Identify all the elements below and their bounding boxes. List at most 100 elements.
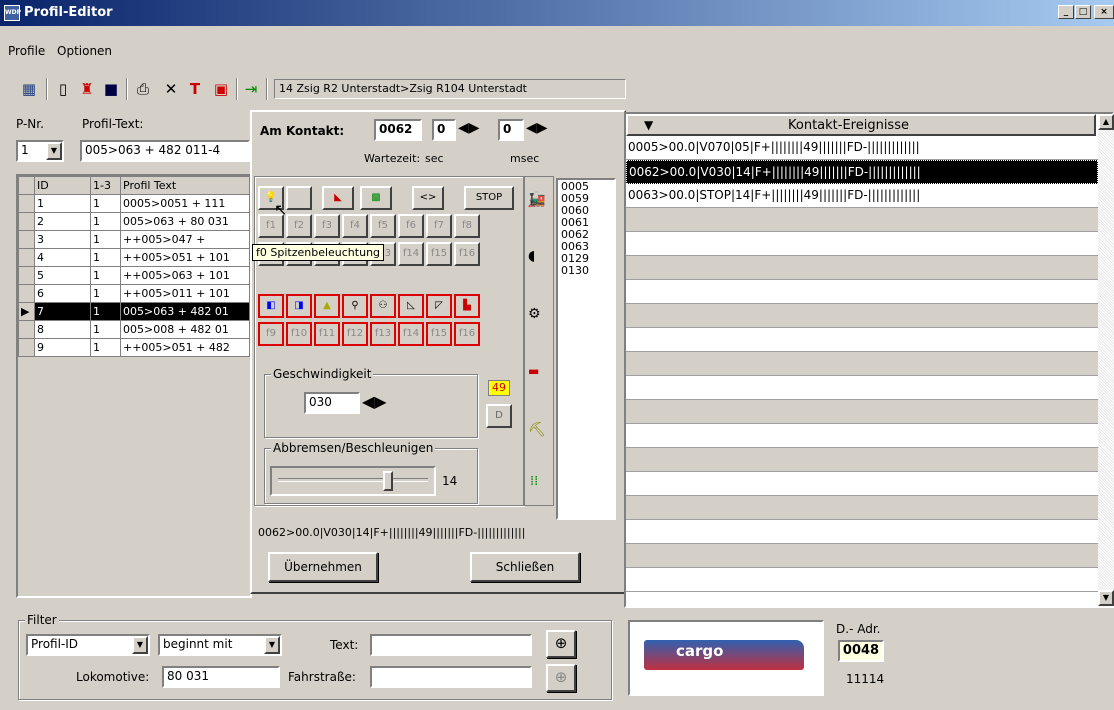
table-row[interactable]: 4 1 ++005>051 + 101 xyxy=(18,248,250,267)
function-button-f12[interactable]: f12 xyxy=(342,322,368,346)
event-row[interactable] xyxy=(626,352,1098,376)
function-button-f3[interactable]: f3 xyxy=(314,214,340,238)
function-button-f14[interactable]: f14 xyxy=(398,242,424,266)
binoculars-icon[interactable]: ⊕ xyxy=(546,630,576,658)
light-icon[interactable]: D xyxy=(486,404,512,428)
menu-profile[interactable]: Profile xyxy=(8,44,45,58)
function-button-f14[interactable]: f14 xyxy=(398,322,424,346)
function-button-f4[interactable]: f4 xyxy=(342,214,368,238)
event-row[interactable] xyxy=(626,472,1098,496)
event-row[interactable]: 0062>00.0|V030|14|F+||||||||49|||||||FD-… xyxy=(626,160,1098,184)
event-row[interactable]: 0005>00.0|V070|05|F+||||||||49|||||||FD-… xyxy=(626,136,1098,160)
table-row[interactable]: 9 1 ++005>051 + 482 xyxy=(18,338,250,357)
signal-icon[interactable]: ◣ xyxy=(322,186,354,210)
alert-icon[interactable]: ▣ xyxy=(210,78,232,100)
wait-sec-input[interactable]: 0 xyxy=(432,119,456,141)
msec-arrows[interactable]: ◀▶ xyxy=(526,120,548,136)
loco-input[interactable]: 80 031 xyxy=(162,666,280,688)
table-row[interactable]: 3 1 ++005>047 + xyxy=(18,230,250,249)
col-13[interactable]: 1-3 xyxy=(90,176,121,195)
tree-icon[interactable]: ▦ xyxy=(18,78,40,100)
board-icon[interactable]: ▩ xyxy=(360,186,392,210)
row-selector[interactable]: ▶ xyxy=(18,302,35,321)
stop-button[interactable]: STOP xyxy=(464,186,514,210)
col-id[interactable]: ID xyxy=(34,176,91,195)
row-selector[interactable] xyxy=(18,212,35,231)
function-button-f15[interactable]: f15 xyxy=(426,322,452,346)
function-button-f10[interactable]: f10 xyxy=(286,322,312,346)
table-row[interactable]: 5 1 ++005>063 + 101 xyxy=(18,266,250,285)
signal-lights-icon[interactable]: ▬ xyxy=(528,364,539,378)
event-row[interactable] xyxy=(626,328,1098,352)
row-selector[interactable] xyxy=(18,320,35,339)
event-row[interactable] xyxy=(626,496,1098,520)
row-selector[interactable] xyxy=(18,248,35,267)
person-icon[interactable]: ⚲ xyxy=(342,294,368,318)
headlight-left-icon[interactable]: ◧ xyxy=(258,294,284,318)
slider-thumb[interactable] xyxy=(383,471,393,491)
grid-icon[interactable]: ⁞⁞ xyxy=(530,474,538,489)
function-button-f11[interactable]: f11 xyxy=(314,322,340,346)
function-button-f13[interactable]: f13 xyxy=(370,322,396,346)
arrows-button[interactable]: <> xyxy=(412,186,444,210)
brake-slider[interactable] xyxy=(270,466,436,496)
blank-button[interactable] xyxy=(286,186,312,210)
function-button-f7[interactable]: f7 xyxy=(426,214,452,238)
event-row[interactable]: 0063>00.0|STOP|14|F+||||||||49|||||||FD-… xyxy=(626,184,1098,208)
header-dropdown-icon[interactable]: ▼ xyxy=(644,118,653,132)
event-row[interactable] xyxy=(626,520,1098,544)
function-button-f9[interactable]: f9 xyxy=(258,322,284,346)
event-row[interactable] xyxy=(626,232,1098,256)
scroll-down-icon[interactable]: ▼ xyxy=(1098,590,1114,606)
function-button-f8[interactable]: f8 xyxy=(454,214,480,238)
table-row[interactable]: 2 1 005>063 + 80 031 xyxy=(18,212,250,231)
scroll-up-icon[interactable]: ▲ xyxy=(1098,114,1114,130)
crane-icon[interactable]: ⛏ xyxy=(528,422,546,438)
function-button-f2[interactable]: f2 xyxy=(286,214,312,238)
profiltext-input[interactable]: 005>063 + 482 011-4 xyxy=(80,140,250,162)
event-row[interactable] xyxy=(626,448,1098,472)
event-row[interactable] xyxy=(626,280,1098,304)
train-icon[interactable]: ▙ xyxy=(454,294,480,318)
warning-icon[interactable]: ▲ xyxy=(314,294,340,318)
chevron-down-icon[interactable]: ▼ xyxy=(264,636,280,654)
tool-icon[interactable]: T xyxy=(184,78,206,100)
contacts-list[interactable]: 0005 0059 0060 0061 0062 0063 0129 0130 xyxy=(556,178,616,520)
minimize-button[interactable]: _ xyxy=(1058,5,1074,19)
coupler-icon[interactable]: ⚙ xyxy=(528,306,541,322)
chevron-down-icon[interactable]: ▼ xyxy=(46,142,62,160)
event-row[interactable] xyxy=(626,568,1098,592)
wait-msec-input[interactable]: 0 xyxy=(498,119,524,141)
event-row[interactable] xyxy=(626,376,1098,400)
function-button-f16[interactable]: f16 xyxy=(454,322,480,346)
table-row[interactable]: 6 1 ++005>011 + 101 xyxy=(18,284,250,303)
fahrstrasse-input[interactable] xyxy=(370,666,532,688)
binoculars-disabled-icon[interactable]: ⊕ xyxy=(546,664,576,692)
group-icon[interactable]: ⚇ xyxy=(370,294,396,318)
function-button-f15[interactable]: f15 xyxy=(426,242,452,266)
headlight-right-icon[interactable]: ◨ xyxy=(286,294,312,318)
table-row[interactable]: 1 1 0005>0051 + 111 xyxy=(18,194,250,213)
row-selector[interactable] xyxy=(18,194,35,213)
delete-icon[interactable]: ✕ xyxy=(160,78,182,100)
event-row[interactable] xyxy=(626,424,1098,448)
uebernehmen-button[interactable]: Übernehmen xyxy=(268,552,378,582)
speed-arrows[interactable]: ◀▶ xyxy=(362,392,387,411)
function-button-f5[interactable]: f5 xyxy=(370,214,396,238)
schliessen-button[interactable]: Schließen xyxy=(470,552,580,582)
new-doc-icon[interactable]: ▯ xyxy=(52,78,74,100)
open-icon[interactable]: ♜ xyxy=(76,78,98,100)
scrollbar-vertical[interactable]: ▲ ▼ xyxy=(1098,114,1114,606)
sec-arrows[interactable]: ◀▶ xyxy=(458,120,480,136)
function-button-f16[interactable]: f16 xyxy=(454,242,480,266)
table-row[interactable]: 8 1 005>008 + 482 01 xyxy=(18,320,250,339)
row-selector[interactable] xyxy=(18,284,35,303)
event-row[interactable] xyxy=(626,400,1098,424)
table-row[interactable]: ▶ 7 1 005>063 + 482 01 xyxy=(18,302,250,321)
kontakt-input[interactable]: 0062 xyxy=(374,119,422,141)
row-selector[interactable] xyxy=(18,266,35,285)
event-row[interactable] xyxy=(626,544,1098,568)
print-icon[interactable]: ⎙ xyxy=(132,78,154,100)
save-icon[interactable]: ■ xyxy=(100,78,122,100)
row-selector[interactable] xyxy=(18,338,35,357)
